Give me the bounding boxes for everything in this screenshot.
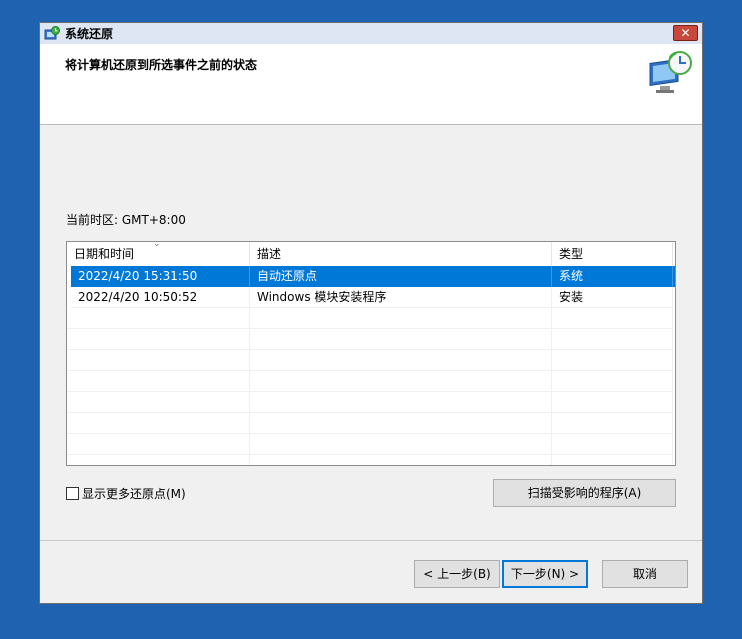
show-more-label: 显示更多还原点(M): [82, 487, 186, 501]
row-date: 2022/4/20 10:50:52: [71, 287, 250, 308]
title-bar[interactable]: 系统还原 ✕: [40, 23, 702, 44]
restore-point-list[interactable]: ⌄ 日期和时间 描述 类型 2022/4/20 15:31:50 自动还原点 系…: [66, 241, 676, 466]
table-row[interactable]: 2022/4/20 10:50:52 Windows 模块安装程序 安装: [71, 287, 675, 308]
close-button[interactable]: ✕: [673, 25, 698, 41]
empty-row: [67, 350, 673, 371]
system-restore-icon: [44, 25, 60, 42]
table-row[interactable]: 2022/4/20 15:31:50 自动还原点 系统: [71, 266, 675, 287]
back-button[interactable]: < 上一步(B): [414, 560, 500, 588]
next-button[interactable]: 下一步(N) >: [502, 560, 588, 588]
column-header-type[interactable]: 类型: [552, 242, 673, 266]
empty-row: [67, 455, 673, 465]
column-header-date[interactable]: ⌄ 日期和时间: [67, 242, 250, 266]
show-more-restore-points[interactable]: 显示更多还原点(M): [66, 485, 186, 502]
row-type: 安装: [552, 287, 673, 308]
footer-divider: [40, 540, 702, 541]
empty-row: [67, 434, 673, 455]
empty-row: [67, 371, 673, 392]
row-date: 2022/4/20 15:31:50: [71, 266, 250, 287]
list-header: ⌄ 日期和时间 描述 类型: [67, 242, 675, 266]
empty-row: [67, 413, 673, 434]
column-header-date-label: 日期和时间: [74, 247, 135, 261]
system-restore-banner-icon: [646, 50, 694, 96]
row-description: Windows 模块安装程序: [250, 287, 552, 308]
row-type: 系统: [552, 266, 673, 287]
empty-row: [67, 392, 673, 413]
empty-row: [67, 329, 673, 350]
header-panel: 将计算机还原到所选事件之前的状态: [40, 44, 702, 125]
cancel-button[interactable]: 取消: [602, 560, 688, 588]
empty-row: [67, 308, 673, 329]
column-header-description[interactable]: 描述: [250, 242, 552, 266]
system-restore-window: 系统还原 ✕ 将计算机还原到所选事件之前的状态 当前时区: GMT+8:00 ⌄…: [39, 22, 703, 604]
sort-down-icon: ⌄: [153, 241, 161, 249]
row-description: 自动还原点: [250, 266, 552, 287]
scan-affected-programs-button[interactable]: 扫描受影响的程序(A): [493, 479, 676, 507]
window-title: 系统还原: [65, 27, 114, 41]
show-more-checkbox[interactable]: [66, 487, 79, 500]
page-title: 将计算机还原到所选事件之前的状态: [65, 58, 258, 72]
timezone-label: 当前时区: GMT+8:00: [66, 213, 186, 227]
